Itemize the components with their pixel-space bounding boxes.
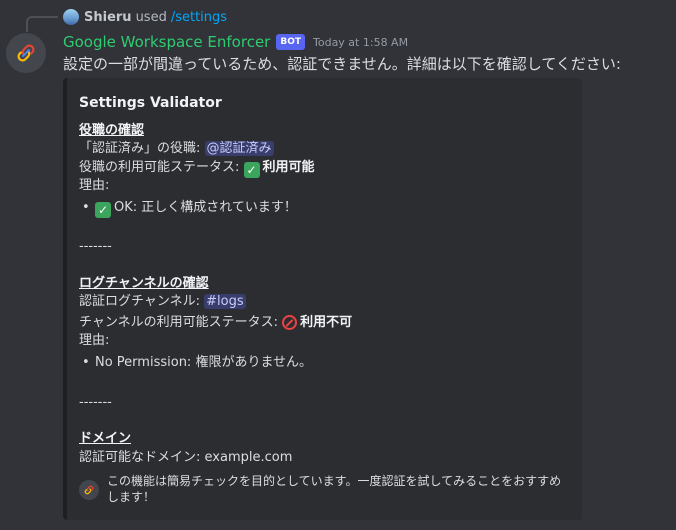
message-content: 設定の一部が間違っているため、認証できません。詳細は以下を確認してください: (63, 55, 621, 73)
domain-section-heading: ドメイン (79, 431, 132, 446)
reply-username[interactable]: Shieru (84, 10, 132, 25)
link-icon (84, 485, 94, 495)
role-status-line: 役職の利用可能ステータス: ✓ 利用可能 (79, 159, 315, 178)
reply-used-text: used (135, 9, 167, 25)
no-entry-icon (282, 315, 298, 330)
separator: ------- (79, 239, 112, 254)
channel-reason-label: 理由: (79, 333, 110, 348)
separator: ------- (79, 395, 112, 410)
slash-command[interactable]: /settings (171, 10, 227, 25)
role-section-heading: 役職の確認 (79, 123, 145, 138)
embed-title: Settings Validator (79, 95, 222, 111)
domain-label: 認証可能なドメイン: (79, 450, 205, 465)
role-reason-label: 理由: (79, 178, 110, 193)
user-avatar-small[interactable] (63, 9, 79, 25)
role-reason-item: ✓OK: 正しく構成されています！ (82, 199, 297, 218)
check-icon: ✓ (243, 162, 260, 178)
check-icon: ✓ (95, 202, 111, 218)
role-label: 「認証済み」の役職: (79, 141, 205, 156)
message-header: Google Workspace Enforcer BOT Today at 1… (63, 33, 408, 51)
reply-connector (26, 16, 58, 32)
role-mention[interactable]: @認証済み (204, 141, 274, 156)
message-timestamp[interactable]: Today at 1:58 AM (313, 36, 408, 49)
channel-status-label: チャンネルの利用可能ステータス: (79, 315, 283, 330)
role-reason-text: OK: 正しく構成されています！ (114, 200, 297, 215)
channel-mention[interactable]: #logs (204, 294, 246, 309)
bot-avatar[interactable] (6, 33, 46, 73)
embed-footer-text: この機能は簡易チェックを目的としています。一度認証を試してみることをおすすめしま… (107, 474, 562, 504)
channel-label: 認証ログチャンネル: (79, 294, 205, 309)
role-status-label: 役職の利用可能ステータス: (79, 160, 244, 175)
domain-value: example.com (204, 450, 293, 465)
bot-badge: BOT (276, 34, 305, 50)
channel-section-heading: ログチャンネルの確認 (79, 276, 209, 291)
channel-reason-item: No Permission: 権限がありません。 (82, 354, 312, 372)
footer-avatar (79, 480, 99, 500)
channel-line: 認証ログチャンネル: #logs (79, 293, 246, 311)
link-icon (17, 44, 35, 62)
channel-status-value: 利用不可 (300, 315, 353, 330)
role-line: 「認証済み」の役職: @認証済み (79, 140, 274, 158)
bot-username[interactable]: Google Workspace Enforcer (63, 33, 270, 51)
domain-line: 認証可能なドメイン: example.com (79, 449, 292, 467)
embed: Settings Validator 役職の確認 「認証済み」の役職: @認証済… (63, 78, 582, 520)
role-status-value: 利用可能 (262, 160, 315, 175)
channel-status-line: チャンネルの利用可能ステータス: 利用不可 (79, 314, 352, 332)
reply-context[interactable]: Shieru used /settings (63, 9, 227, 25)
